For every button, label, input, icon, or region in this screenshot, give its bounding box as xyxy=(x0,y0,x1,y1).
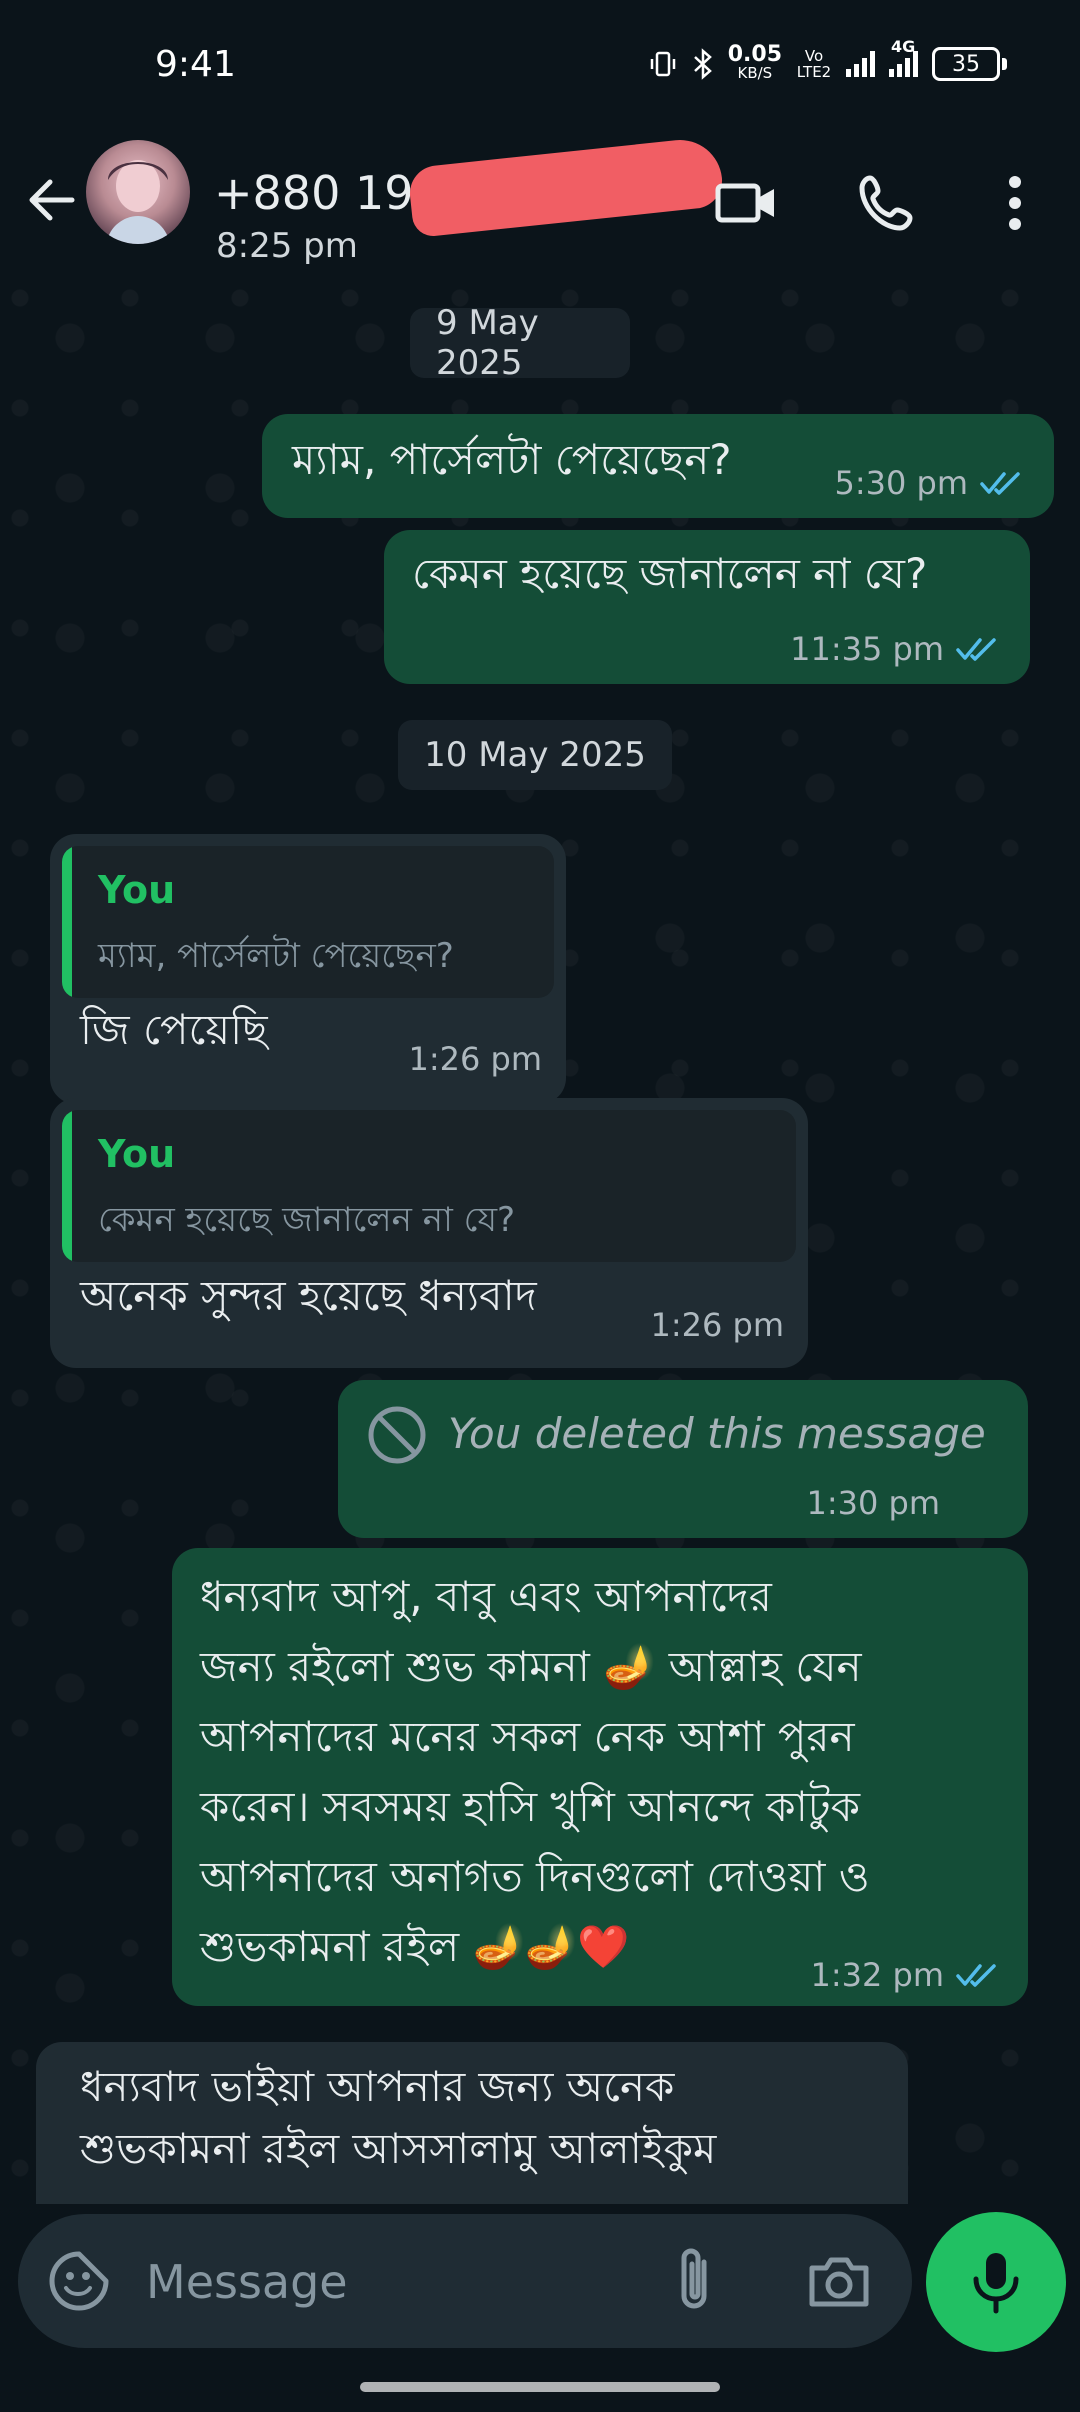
quote-author: You xyxy=(98,868,176,912)
home-indicator[interactable] xyxy=(360,2382,720,2392)
message-text: ম্যাম, পার্সেলটা পেয়েছেন? xyxy=(292,435,732,484)
message-input[interactable] xyxy=(144,2244,668,2320)
message-text: কেমন হয়েছে জানালেন না যে? xyxy=(412,549,928,598)
emoji-icon[interactable] xyxy=(46,2248,112,2314)
outgoing-message[interactable]: কেমন হয়েছে জানালেন না যে? 11:35 pm xyxy=(384,530,1030,684)
bluetooth-icon xyxy=(693,48,712,80)
mic-icon xyxy=(973,2253,1019,2314)
more-vert-icon[interactable] xyxy=(980,168,1050,238)
read-receipt-icon xyxy=(956,638,996,661)
attach-icon[interactable] xyxy=(664,2244,730,2318)
last-seen: 8:25 pm xyxy=(216,226,358,266)
message-time: 11:35 pm xyxy=(790,630,1004,668)
message-time: 1:30 pm xyxy=(806,1484,940,1522)
status-icons: 0.05 KB/S Vo LTE2 4G 35 xyxy=(648,37,1007,83)
status-time: 9:41 xyxy=(155,44,236,85)
quoted-reply[interactable]: You ম্যাম, পার্সেলটা পেয়েছেন? xyxy=(62,846,554,998)
redaction-mark xyxy=(407,135,725,239)
mobile-data-signal: 4G xyxy=(889,37,918,77)
quote-text: ম্যাম, পার্সেলটা পেয়েছেন? xyxy=(98,936,454,976)
video-call-icon[interactable] xyxy=(712,168,782,238)
network-speed: 0.05 KB/S xyxy=(727,42,782,83)
date-separator: 10 May 2025 xyxy=(398,720,672,790)
quote-author: You xyxy=(98,1132,176,1176)
phone-icon[interactable] xyxy=(852,168,922,238)
back-arrow-icon[interactable] xyxy=(20,168,84,232)
message-text: অনেক সুন্দর হয়েছে ধন্যবাদ xyxy=(80,1271,537,1320)
camera-icon[interactable] xyxy=(804,2246,874,2316)
message-text: You deleted this message xyxy=(448,1409,986,1458)
signal-icon xyxy=(846,51,875,77)
blocked-icon xyxy=(368,1406,426,1464)
message-text: জি পেয়েছি xyxy=(80,1005,268,1054)
message-text: ধন্যবাদ আপু, বাবু এবং আপনাদের জন্য রইলো … xyxy=(200,1572,870,1971)
status-bar: 9:41 0.05 KB/S Vo LTE2 4G 35 xyxy=(0,0,1080,138)
vibrate-icon xyxy=(650,51,675,77)
mic-button[interactable] xyxy=(926,2212,1066,2352)
read-receipt-icon xyxy=(980,472,1020,495)
message-time: 1:32 pm xyxy=(810,1956,1004,1994)
incoming-message[interactable]: ধন্যবাদ ভাইয়া আপনার জন্য অনেক শুভকামনা … xyxy=(36,2042,908,2204)
chat-area[interactable]: 9 May 2025 ম্যাম, পার্সেলটা পেয়েছেন? 5:… xyxy=(0,278,1080,2204)
incoming-message[interactable]: You ম্যাম, পার্সেলটা পেয়েছেন? জি পেয়েছ… xyxy=(50,834,566,1104)
outgoing-message[interactable]: ধন্যবাদ আপু, বাবু এবং আপনাদের জন্য রইলো … xyxy=(172,1548,1028,2006)
contact-avatar[interactable] xyxy=(86,140,190,244)
outgoing-message[interactable]: ম্যাম, পার্সেলটা পেয়েছেন? 5:30 pm xyxy=(262,414,1054,518)
deleted-message[interactable]: You deleted this message 1:30 pm xyxy=(338,1380,1028,1538)
message-text: ধন্যবাদ ভাইয়া আপনার জন্য অনেক শুভকামনা … xyxy=(80,2062,717,2173)
quoted-reply[interactable]: You কেমন হয়েছে জানালেন না যে? xyxy=(62,1110,796,1262)
date-separator: 9 May 2025 xyxy=(410,303,630,383)
incoming-message[interactable]: You কেমন হয়েছে জানালেন না যে? অনেক সুন্… xyxy=(50,1098,808,1368)
message-time: 1:26 pm xyxy=(408,1040,542,1078)
quote-bar xyxy=(62,1110,72,1262)
volte-badge: Vo LTE2 xyxy=(796,47,832,81)
quote-text: কেমন হয়েছে জানালেন না যে? xyxy=(98,1200,516,1240)
read-receipt-icon xyxy=(956,1964,996,1987)
message-time: 1:26 pm xyxy=(650,1306,784,1344)
battery-icon: 35 xyxy=(932,47,1007,81)
quote-bar xyxy=(62,846,72,998)
message-time: 5:30 pm xyxy=(834,464,1028,502)
message-composer xyxy=(18,2214,912,2348)
contact-name[interactable]: +880 199 xyxy=(214,166,443,220)
